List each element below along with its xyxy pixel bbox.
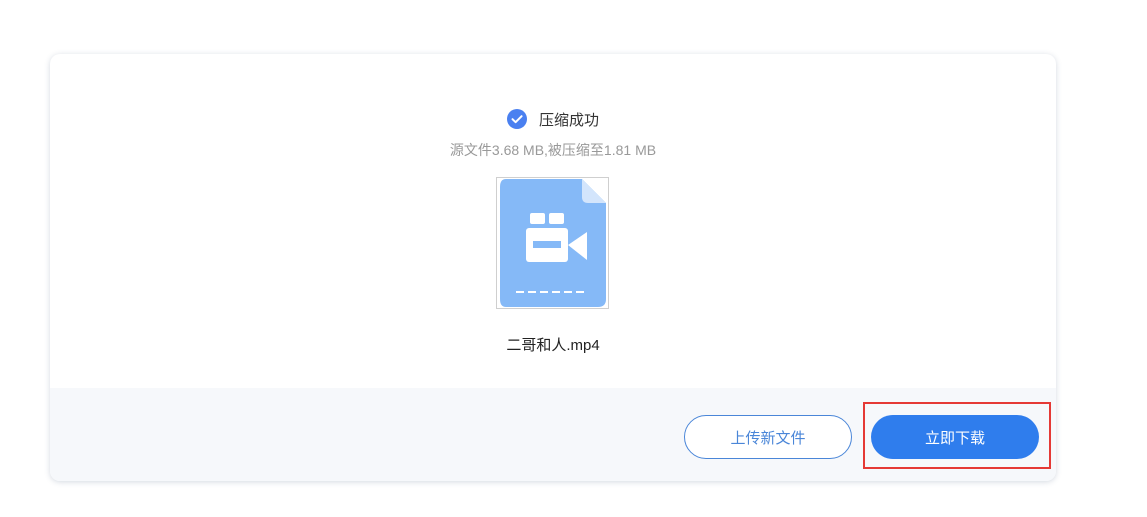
file-thumbnail [496,177,609,309]
size-info: 源文件3.68 MB,被压缩至1.81 MB [449,142,657,158]
upload-new-file-button[interactable]: 上传新文件 [684,415,852,459]
status-row: 压缩成功 [50,108,1056,130]
action-footer: 上传新文件 立即下载 [50,388,1056,481]
file-name: 二哥和人.mp4 [506,337,600,354]
download-now-button[interactable]: 立即下载 [871,415,1039,459]
video-file-icon [500,179,606,307]
status-text: 压缩成功 [538,111,599,129]
check-circle-icon [506,109,527,129]
result-card: 压缩成功 源文件3.68 MB,被压缩至1.81 MB 二哥和人.mp4 上传新… [50,54,1056,481]
